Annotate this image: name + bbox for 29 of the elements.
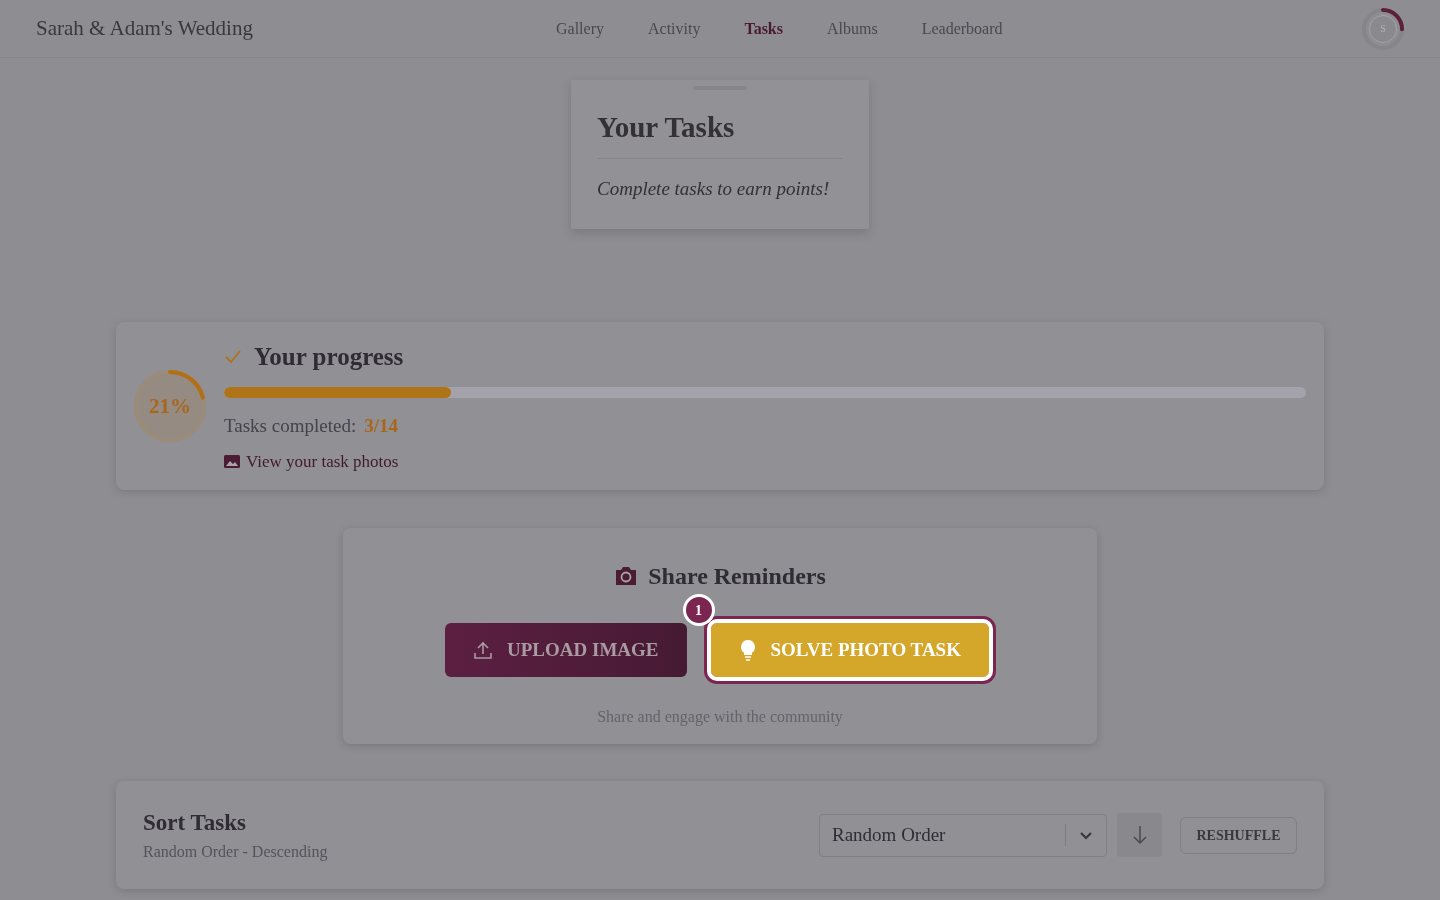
completed-label: Tasks completed: — [224, 414, 357, 439]
sort-title: Sort Tasks — [143, 808, 247, 837]
intro-subtitle: Complete tasks to earn points! — [597, 176, 831, 201]
nav-link[interactable]: Tasks — [744, 16, 783, 41]
site-title: Sarah & Adam's Wedding — [36, 14, 254, 42]
camera-icon — [614, 566, 639, 586]
intro-title: Your Tasks — [597, 106, 843, 159]
progress-percent: 21% — [149, 395, 191, 417]
reshuffle-button[interactable]: RESHUFFLE — [1180, 816, 1297, 854]
upload-icon — [473, 640, 494, 660]
share-title: Share Reminders — [648, 562, 826, 591]
sort-select[interactable]: Random Order — [819, 813, 1107, 857]
completed-value: 3/14 — [364, 414, 398, 439]
nav-link[interactable]: Albums — [827, 16, 878, 41]
view-photos-link[interactable]: View your task photos — [224, 448, 1306, 475]
lightbulb-icon — [738, 639, 757, 661]
step-badge: 1 — [682, 594, 715, 626]
progress-ring-icon — [134, 370, 206, 442]
sort-subtitle: Random Order - Descending — [143, 842, 328, 863]
nav-link[interactable]: Leaderboard — [921, 16, 1003, 41]
image-icon — [224, 455, 240, 468]
progress-title: Your progress — [254, 341, 404, 372]
chevron-down-icon — [1079, 830, 1093, 840]
check-icon — [224, 348, 242, 365]
nav-link[interactable]: Gallery — [556, 16, 604, 41]
arrow-down-icon — [1131, 825, 1148, 845]
nav-link[interactable]: Activity — [648, 16, 701, 41]
upload-button[interactable]: UPLOAD IMAGE — [445, 623, 687, 677]
sort-direction-button[interactable] — [1117, 813, 1162, 857]
